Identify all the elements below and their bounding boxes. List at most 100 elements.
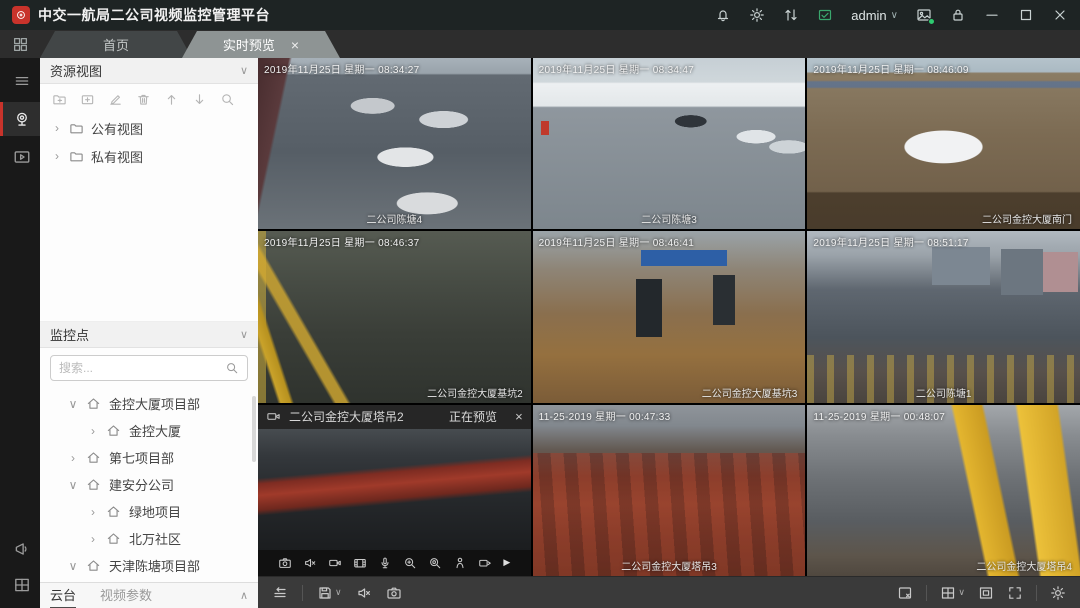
tile-camera-name: 二公司金控大厦塔吊2 (289, 408, 404, 425)
bell-icon[interactable] (715, 7, 731, 23)
stream-mode-icon[interactable] (272, 585, 288, 601)
camera-timestamp: 11-25-2019 星期一 00:47:33 (539, 408, 671, 423)
search-icon[interactable] (220, 92, 235, 107)
tile-header: 二公司金控大厦塔吊2 正在预览 × (258, 405, 531, 429)
expand-arrow-icon[interactable]: › (52, 121, 62, 135)
tab-video-params[interactable]: 视频参数 (100, 583, 152, 608)
tab-bar: 首页 实时预览 × (0, 30, 1080, 58)
camera-name-overlay: 二公司金控大厦南门 (982, 211, 1072, 226)
tab-close-icon[interactable]: × (291, 37, 299, 53)
tree-item-public-views[interactable]: › 公有视图 (40, 114, 258, 142)
minimize-icon[interactable] (984, 7, 1000, 23)
close-all-icon[interactable] (897, 585, 913, 601)
collapse-arrow-icon[interactable]: ∨ (68, 559, 78, 573)
tree-item-jinkong-project[interactable]: ∨ 金控大厦项目部 (40, 390, 258, 417)
snapshot-all-icon[interactable] (386, 585, 402, 601)
apps-grid-icon[interactable] (0, 30, 40, 58)
tab-ptz[interactable]: 云台 (50, 583, 76, 608)
divider (926, 585, 927, 601)
ptz-tabs: 云台 视频参数 ∧ (40, 582, 258, 608)
video-tile-3[interactable]: 2019年11月25日 星期一 08:46:09 二公司金控大厦南门 (807, 58, 1080, 229)
delete-icon[interactable] (136, 92, 151, 107)
close-icon[interactable] (1052, 7, 1068, 23)
save-view-button[interactable]: ∨ (317, 585, 342, 601)
video-tile-5[interactable]: 2019年11月25日 星期一 08:46:41 二公司金控大厦基坑3 (533, 231, 806, 402)
tree-item-greenland-project[interactable]: › 绿地项目 (40, 498, 258, 525)
site-icon (86, 396, 101, 411)
chevron-down-icon: ∨ (891, 10, 898, 21)
tree-item-private-views[interactable]: › 私有视图 (40, 142, 258, 170)
search-input[interactable] (59, 361, 219, 375)
tree-item-label: 天津陈塘项目部 (109, 556, 200, 575)
expand-arrow-icon[interactable]: › (68, 451, 78, 465)
search-icon[interactable] (225, 361, 239, 375)
transfer-arrows-icon[interactable] (783, 7, 799, 23)
maximize-icon[interactable] (1018, 7, 1034, 23)
add-view-icon[interactable] (80, 92, 95, 107)
mute-all-icon[interactable] (356, 585, 372, 601)
expand-arrow-icon[interactable]: › (88, 505, 98, 519)
expand-arrow-icon[interactable]: › (88, 424, 98, 438)
monitor-points-section: 监控点 ∨ ∨ 金控大厦项目部 › 金控大厦 (40, 322, 258, 608)
screen-layout-button[interactable]: ∨ (940, 585, 965, 601)
video-wall-icon[interactable] (0, 568, 40, 602)
more-arrow-icon[interactable]: ▶ (503, 557, 510, 568)
add-group-icon[interactable] (52, 92, 67, 107)
edit-icon[interactable] (108, 92, 123, 107)
zoom-3d-icon[interactable] (428, 556, 442, 570)
tree-item-beiwan-community[interactable]: › 北万社区 (40, 525, 258, 552)
video-tile-2[interactable]: 2019年11月25日 星期一 08:34:47 二公司陈塘3 (533, 58, 806, 229)
scrollbar[interactable] (252, 396, 256, 462)
talk-mic-icon[interactable] (378, 556, 392, 570)
tree-item-label: 金控大厦项目部 (109, 394, 200, 413)
screen-layout-icon (940, 585, 956, 601)
sidebar: 资源视图 ∨ › 公有视图 › 私有视图 (40, 58, 258, 608)
user-menu[interactable]: admin ∨ (851, 8, 898, 23)
digital-zoom-icon[interactable] (403, 556, 417, 570)
tile-close-icon[interactable]: × (515, 409, 523, 424)
video-tile-1[interactable]: 2019年11月25日 星期一 08:34:27 二公司陈塘4 (258, 58, 531, 229)
single-screen-icon[interactable] (978, 585, 994, 601)
collapse-arrow-icon[interactable]: ∨ (68, 478, 78, 492)
instant-playback-icon[interactable] (353, 556, 367, 570)
tab-home[interactable]: 首页 (40, 31, 192, 58)
screenshot-icon[interactable] (916, 7, 932, 23)
fullscreen-icon[interactable] (1007, 585, 1023, 601)
live-view-icon[interactable] (0, 102, 40, 136)
menu-icon[interactable] (0, 64, 40, 98)
expand-arrow-icon[interactable]: › (88, 532, 98, 546)
chevron-down-icon: ∨ (958, 587, 965, 598)
move-up-icon[interactable] (164, 92, 179, 107)
plugin-icon[interactable] (817, 7, 833, 23)
snapshot-icon[interactable] (278, 556, 292, 570)
move-down-icon[interactable] (192, 92, 207, 107)
settings-icon[interactable] (1050, 585, 1066, 601)
tab-live-preview[interactable]: 实时预览 × (182, 31, 340, 58)
mute-icon[interactable] (303, 556, 317, 570)
bottom-toolbar: ∨ ∨ (258, 576, 1080, 608)
collapse-arrow-icon[interactable]: ∨ (68, 397, 78, 411)
stream-switch-icon[interactable] (478, 556, 492, 570)
lock-icon[interactable] (950, 7, 966, 23)
video-tile-selected[interactable]: 二公司金控大厦塔吊2 正在预览 × ▶ (258, 405, 531, 576)
tree-item-jinkong-tower[interactable]: › 金控大厦 (40, 417, 258, 444)
video-tile-6[interactable]: 2019年11月25日 星期一 08:51:17 二公司陈塘1 (807, 231, 1080, 402)
broadcast-icon[interactable] (0, 532, 40, 566)
video-tile-8[interactable]: 11-25-2019 星期一 00:47:33 二公司金控大厦塔吊3 (533, 405, 806, 576)
video-tile-9[interactable]: 11-25-2019 星期一 00:48:07 二公司金控大厦塔吊4 (807, 405, 1080, 576)
tree-item-tianjin-chentang[interactable]: ∨ 天津陈塘项目部 (40, 552, 258, 579)
camera-name-overlay: 二公司金控大厦塔吊4 (976, 558, 1072, 573)
record-icon[interactable] (328, 556, 342, 570)
tree-item-jianan-branch[interactable]: ∨ 建安分公司 (40, 471, 258, 498)
position-3d-icon[interactable] (453, 556, 467, 570)
monitor-points-header[interactable]: 监控点 ∨ (40, 322, 258, 348)
video-tile-4[interactable]: 2019年11月25日 星期一 08:46:37 二公司金控大厦基坑2 (258, 231, 531, 402)
tree-item-seventh-project[interactable]: › 第七项目部 (40, 444, 258, 471)
playback-icon[interactable] (0, 140, 40, 174)
camera-name-overlay: 二公司陈塘3 (641, 211, 697, 226)
expand-arrow-icon[interactable]: › (52, 149, 62, 163)
tree-item-label: 公有视图 (91, 119, 143, 138)
camera-icon (266, 409, 281, 424)
resource-view-header[interactable]: 资源视图 ∨ (40, 58, 258, 84)
settings-gear-icon[interactable] (749, 7, 765, 23)
